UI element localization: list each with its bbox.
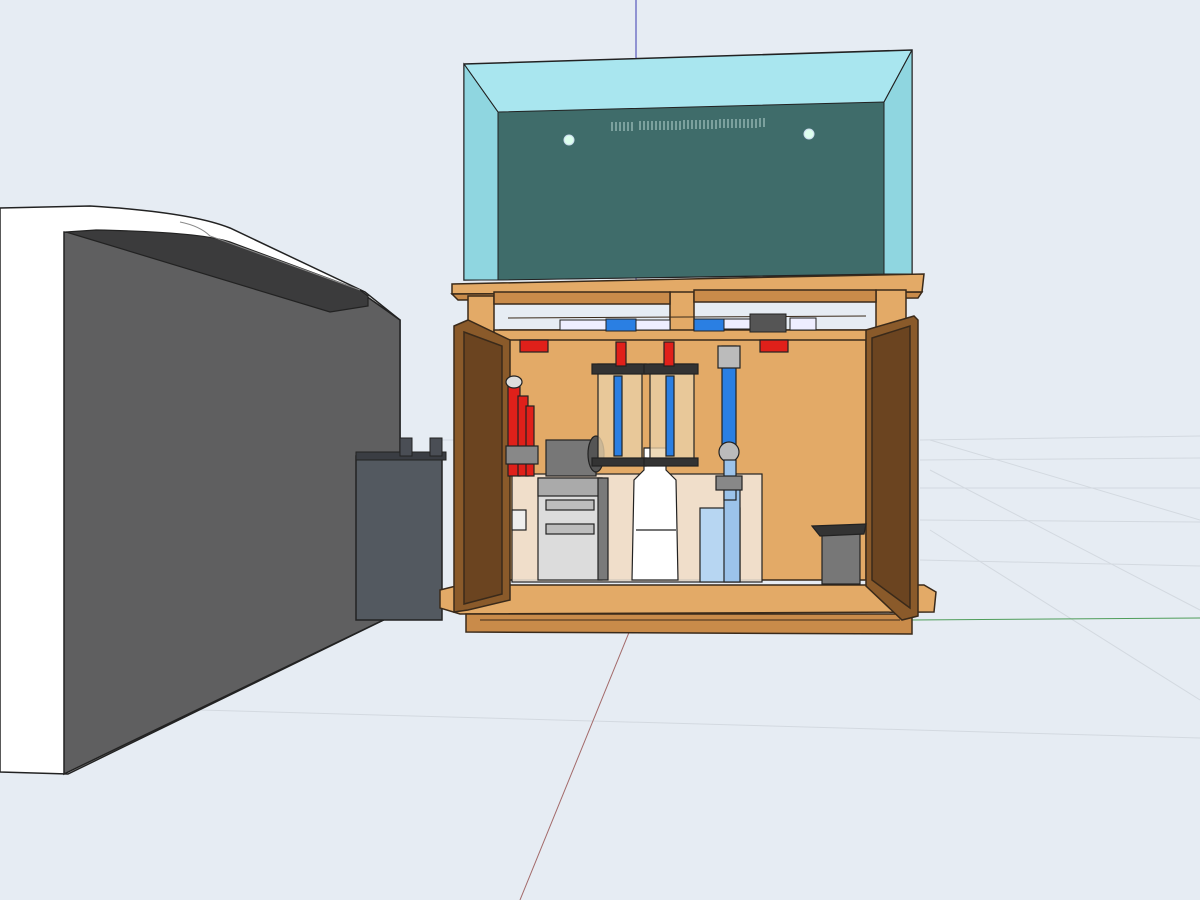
red-axis [519,629,631,900]
scene-canvas[interactable] [0,0,1200,900]
modeling-viewport[interactable] [0,0,1200,900]
chiller-box[interactable] [355,437,447,621]
adjacent-cabinet[interactable] [0,205,401,776]
green-axis [911,617,1200,621]
bulkhead-hole-left [563,134,575,146]
aquarium-tank[interactable] [463,49,913,281]
bulkhead-hole-right [803,128,815,140]
